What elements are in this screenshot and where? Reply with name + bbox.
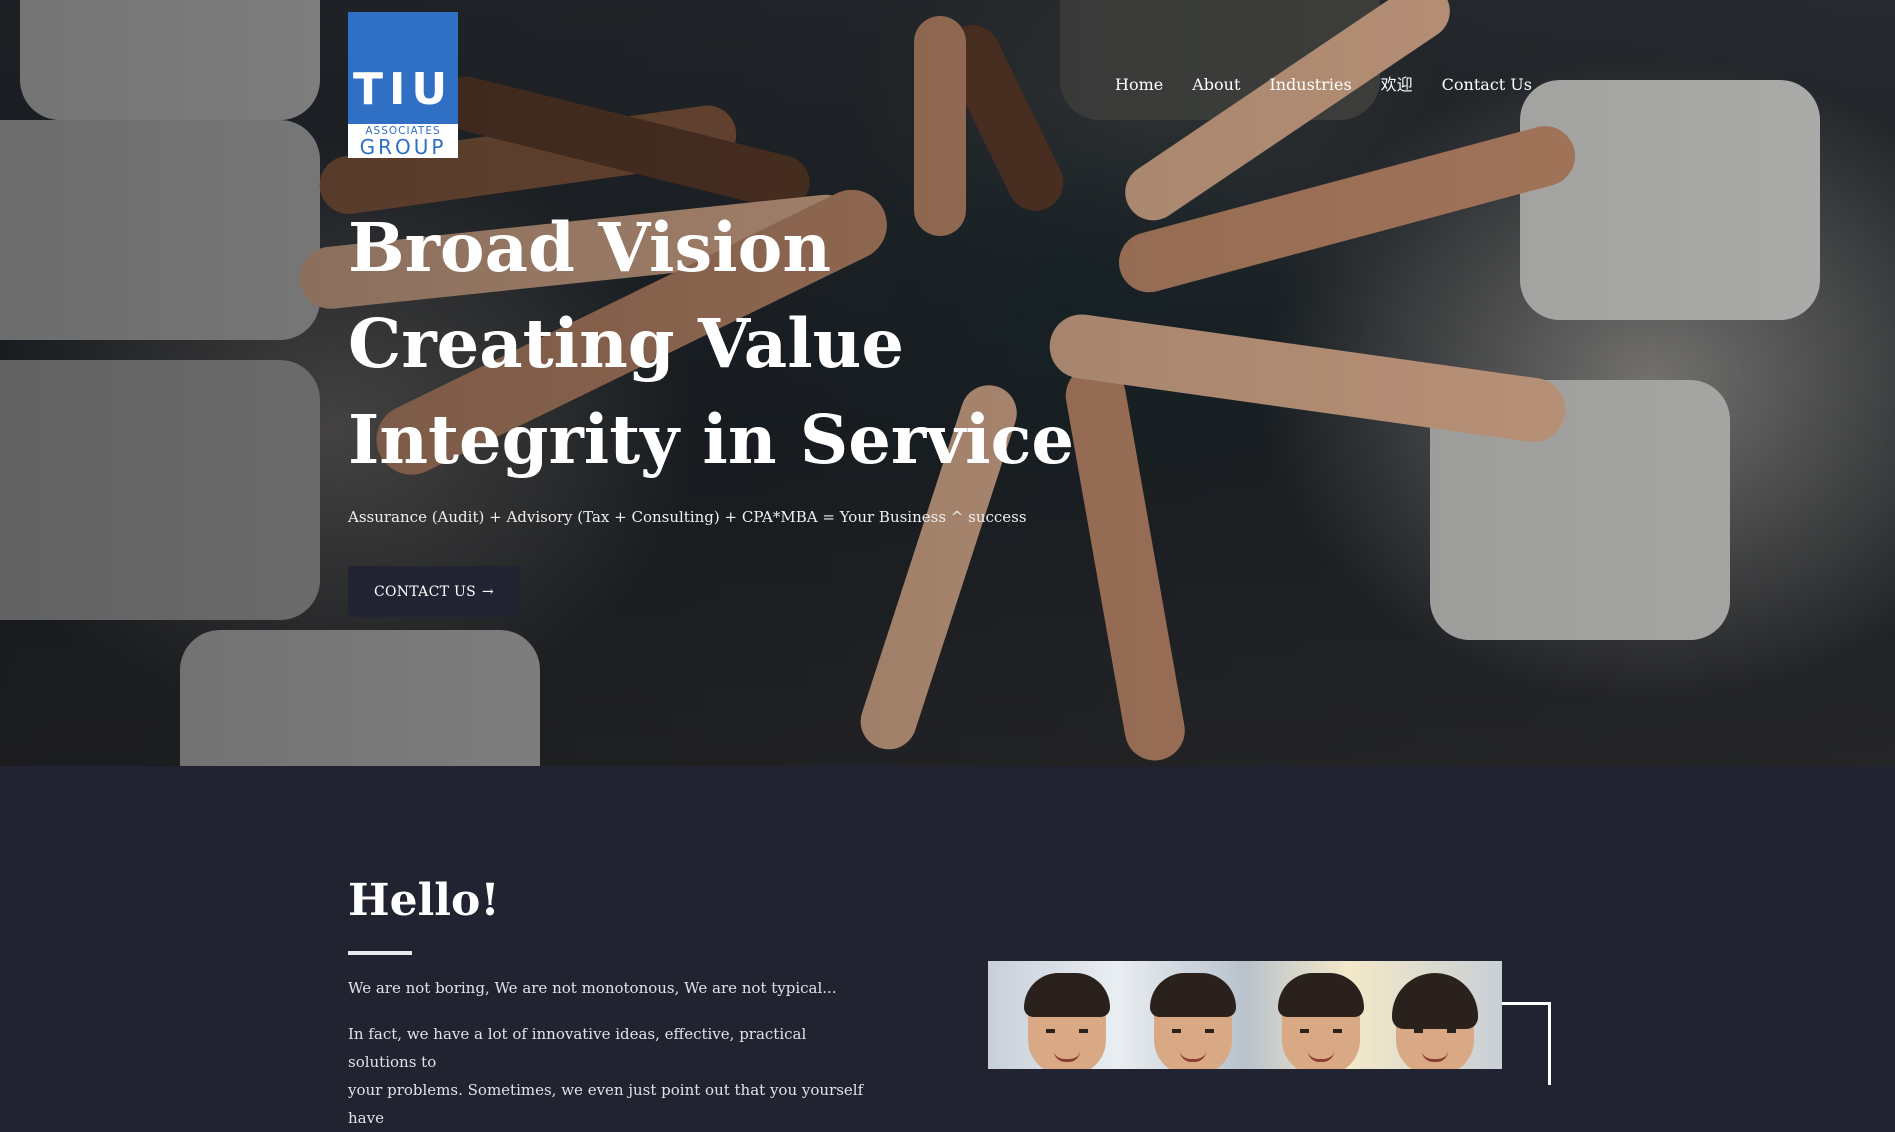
hero-title-line-2: Creating Value [348, 304, 904, 383]
nav-item-industries[interactable]: Industries [1269, 74, 1351, 96]
contact-us-button-label: CONTACT US [373, 583, 476, 600]
logo-subtitle-group: GROUP [359, 135, 447, 159]
team-member-photo [1392, 973, 1478, 1069]
team-member-photo [1278, 973, 1364, 1069]
nav-item-about[interactable]: About [1192, 74, 1240, 96]
logo-wordmark: TIU [352, 64, 454, 115]
hero-title: Broad Vision Creating Value Integrity in… [348, 200, 1074, 488]
team-photo [988, 961, 1502, 1069]
team-member-photo [1150, 973, 1236, 1069]
hero-title-line-1: Broad Vision [348, 208, 832, 287]
hello-paragraph-2-line-1: In fact, we have a lot of innovative ide… [348, 1025, 807, 1071]
hero-subtitle: Assurance (Audit) + Advisory (Tax + Cons… [348, 508, 1027, 526]
hello-divider [348, 951, 412, 955]
company-logo[interactable]: TIU ASSOCIATES GROUP [348, 12, 458, 158]
arrow-right-icon: → [481, 583, 495, 600]
hello-paragraph-2: In fact, we have a lot of innovative ide… [348, 1020, 868, 1132]
hero-title-line-3: Integrity in Service [348, 400, 1075, 479]
hello-title: Hello! [348, 875, 500, 926]
nav-item-contact-us[interactable]: Contact Us [1442, 74, 1532, 96]
hello-paragraph-2-line-2: your problems. Sometimes, we even just p… [348, 1081, 864, 1127]
nav-item-home[interactable]: Home [1115, 74, 1163, 96]
nav-item-welcome[interactable]: 欢迎 [1381, 74, 1413, 96]
team-member-photo [1024, 973, 1110, 1069]
contact-us-button[interactable]: CONTACT US → [348, 566, 520, 617]
hero-section: TIU ASSOCIATES GROUP Home About Industri… [0, 0, 1895, 766]
hello-paragraph-1: We are not boring, We are not monotonous… [348, 979, 837, 997]
main-navigation: Home About Industries 欢迎 Contact Us [1115, 74, 1532, 96]
